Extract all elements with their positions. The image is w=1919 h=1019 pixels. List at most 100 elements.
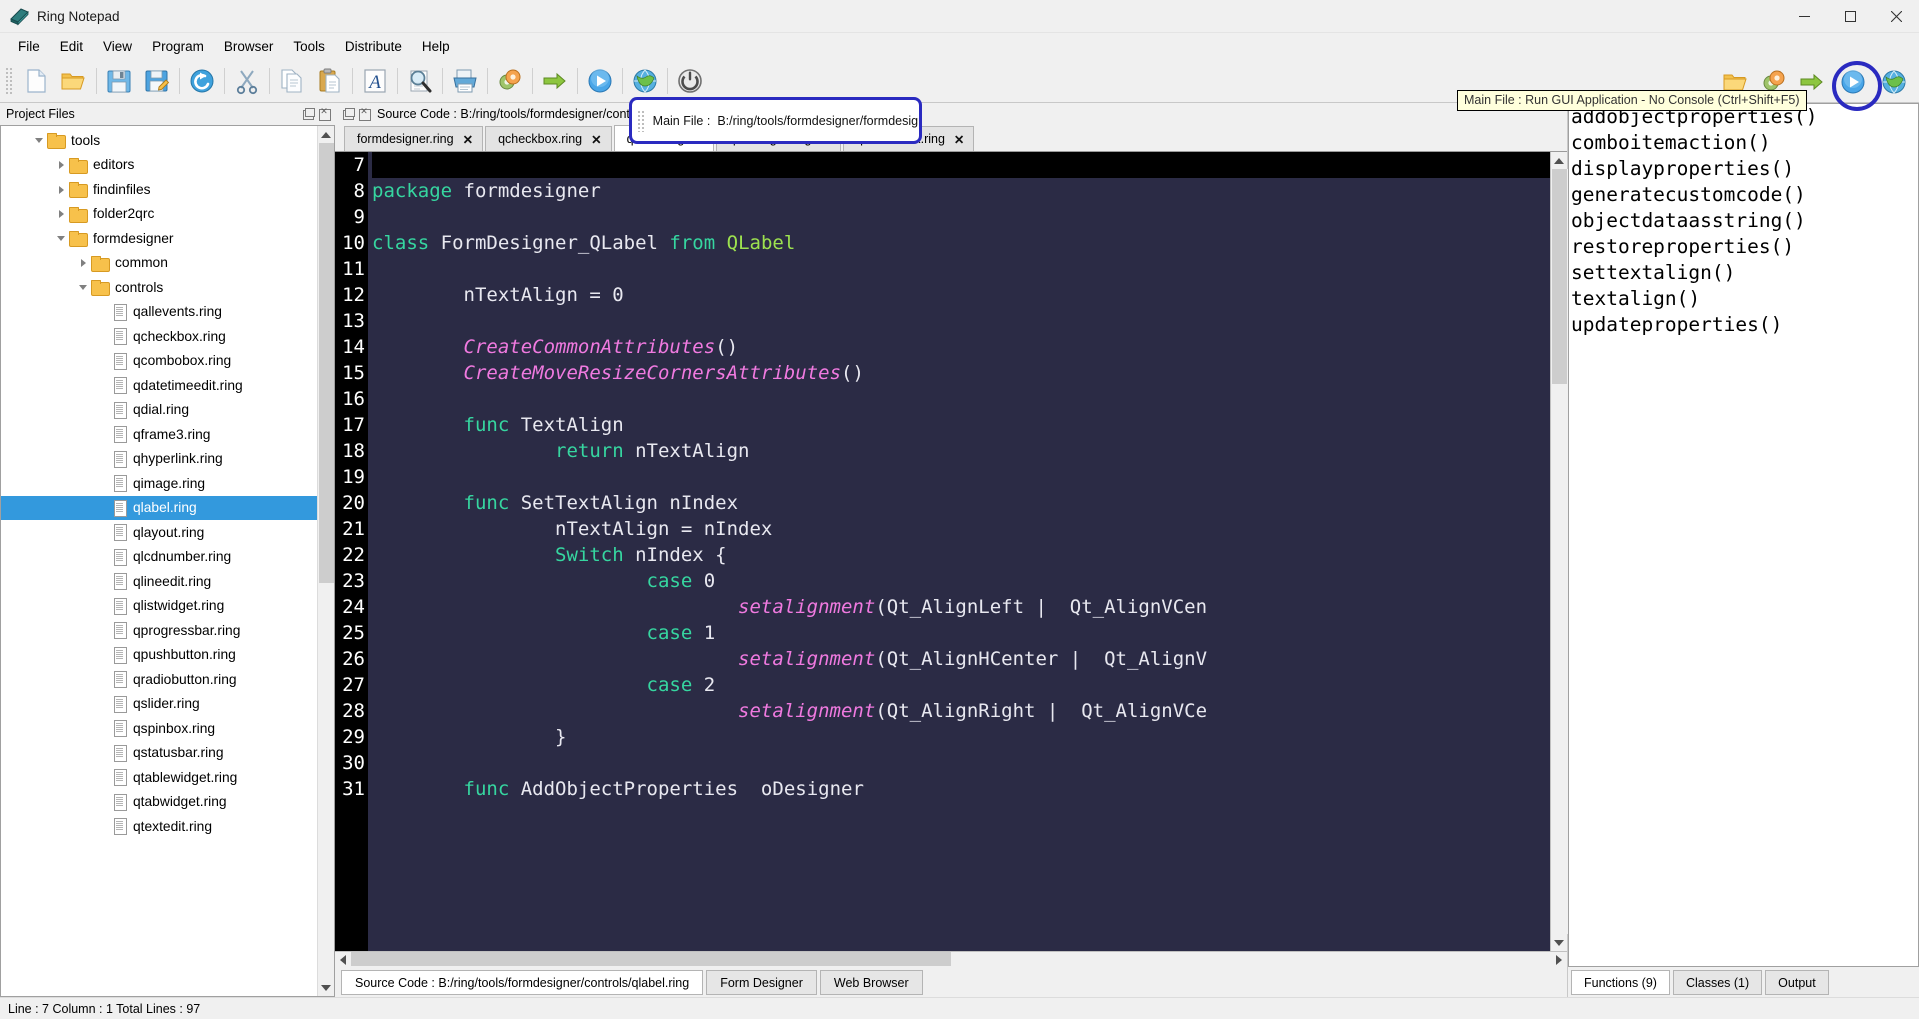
function-list-item[interactable]: settextalign() bbox=[1571, 260, 1918, 286]
close-tab-icon[interactable]: ✕ bbox=[954, 132, 964, 147]
tree-file-qprogressbar.ring[interactable]: qprogressbar.ring bbox=[1, 618, 317, 643]
tree-file-qhyperlink.ring[interactable]: qhyperlink.ring bbox=[1, 447, 317, 472]
code-line[interactable] bbox=[372, 308, 1550, 334]
web-globe-icon[interactable] bbox=[626, 62, 664, 100]
code-line[interactable] bbox=[372, 464, 1550, 490]
code-line[interactable]: nTextAlign = 0 bbox=[372, 282, 1550, 308]
font-icon[interactable]: A bbox=[356, 62, 394, 100]
scroll-left-icon[interactable] bbox=[335, 952, 351, 968]
open-folder-icon[interactable] bbox=[55, 62, 93, 100]
close-tab-icon[interactable]: ✕ bbox=[591, 132, 601, 147]
scroll-thumb[interactable] bbox=[319, 143, 334, 583]
tree-file-qtabwidget.ring[interactable]: qtabwidget.ring bbox=[1, 790, 317, 815]
copy-icon[interactable] bbox=[273, 62, 311, 100]
tree-file-qspinbox.ring[interactable]: qspinbox.ring bbox=[1, 716, 317, 741]
print-icon[interactable] bbox=[446, 62, 484, 100]
editor-tab-formdesigner[interactable]: formdesigner.ring✕ bbox=[344, 126, 483, 151]
function-list-item[interactable]: restoreproperties() bbox=[1571, 234, 1918, 260]
panel-tab-output[interactable]: Output bbox=[1765, 970, 1829, 995]
close-button[interactable] bbox=[1873, 0, 1919, 33]
panel-tab-functions[interactable]: Functions (9) bbox=[1571, 970, 1670, 995]
code-line[interactable]: setalignment(Qt_AlignRight | Qt_AlignVCe bbox=[372, 698, 1550, 724]
tree-file-qradiobutton.ring[interactable]: qradiobutton.ring bbox=[1, 667, 317, 692]
tree-file-qframe3.ring[interactable]: qframe3.ring bbox=[1, 422, 317, 447]
function-list-item[interactable]: objectdataasstring() bbox=[1571, 208, 1918, 234]
settings-gear-icon[interactable] bbox=[491, 62, 529, 100]
tree-file-qlabel.ring[interactable]: qlabel.ring bbox=[1, 496, 317, 521]
close-icon[interactable] bbox=[317, 107, 331, 121]
code-line[interactable]: case 2 bbox=[372, 672, 1550, 698]
main-file-grip[interactable] bbox=[637, 110, 644, 132]
tree-file-qlcdnumber.ring[interactable]: qlcdnumber.ring bbox=[1, 545, 317, 570]
tree-file-qcombobox.ring[interactable]: qcombobox.ring bbox=[1, 349, 317, 374]
code-line[interactable] bbox=[372, 750, 1550, 776]
tree-folder-tools[interactable]: tools bbox=[1, 128, 317, 153]
tree-folder-controls[interactable]: controls bbox=[1, 275, 317, 300]
close-tab-icon[interactable]: ✕ bbox=[463, 132, 473, 147]
code-line[interactable] bbox=[372, 386, 1550, 412]
paste-icon[interactable] bbox=[311, 62, 349, 100]
tree-file-qstatusbar.ring[interactable]: qstatusbar.ring bbox=[1, 741, 317, 766]
code-line[interactable] bbox=[372, 152, 1550, 178]
function-list-item[interactable]: displayproperties() bbox=[1571, 156, 1918, 182]
tree-folder-formdesigner[interactable]: formdesigner bbox=[1, 226, 317, 251]
tree-file-qlineedit.ring[interactable]: qlineedit.ring bbox=[1, 569, 317, 594]
code-line[interactable]: class FormDesigner_QLabel from QLabel bbox=[372, 230, 1550, 256]
tree-file-qtablewidget.ring[interactable]: qtablewidget.ring bbox=[1, 765, 317, 790]
main-file-run-gui-button[interactable] bbox=[1831, 62, 1875, 102]
code-line[interactable]: func SetTextAlign nIndex bbox=[372, 490, 1550, 516]
code-line[interactable]: } bbox=[372, 724, 1550, 750]
tree-file-qdatetimeedit.ring[interactable]: qdatetimeedit.ring bbox=[1, 373, 317, 398]
scroll-track[interactable] bbox=[318, 143, 335, 979]
code-editor[interactable]: 7891011121314151617181920212223242526272… bbox=[335, 152, 1550, 951]
code-line[interactable]: func TextAlign bbox=[372, 412, 1550, 438]
code-text[interactable]: package formdesigner class FormDesigner_… bbox=[368, 152, 1550, 951]
menu-item-help[interactable]: Help bbox=[412, 36, 460, 57]
cut-scissors-icon[interactable] bbox=[228, 62, 266, 100]
menu-item-edit[interactable]: Edit bbox=[50, 36, 93, 57]
menu-item-file[interactable]: File bbox=[8, 36, 50, 57]
function-list-item[interactable]: textalign() bbox=[1571, 286, 1918, 312]
tree-folder-common[interactable]: common bbox=[1, 251, 317, 276]
save-icon[interactable] bbox=[100, 62, 138, 100]
function-list-item[interactable]: comboitemaction() bbox=[1571, 130, 1918, 156]
tree-file-qpushbutton.ring[interactable]: qpushbutton.ring bbox=[1, 643, 317, 668]
code-line[interactable] bbox=[372, 204, 1550, 230]
menu-item-distribute[interactable]: Distribute bbox=[335, 36, 412, 57]
editor-horizontal-scrollbar[interactable] bbox=[335, 951, 1567, 967]
tree-folder-editors[interactable]: editors bbox=[1, 153, 317, 178]
scroll-right-icon[interactable] bbox=[1551, 952, 1567, 968]
chevron-down-icon[interactable] bbox=[77, 280, 91, 294]
chevron-down-icon[interactable] bbox=[55, 231, 69, 245]
code-line[interactable]: CreateMoveResizeCornersAttributes() bbox=[372, 360, 1550, 386]
scroll-track[interactable] bbox=[1551, 169, 1568, 934]
panel-tab-classes[interactable]: Classes (1) bbox=[1673, 970, 1762, 995]
search-icon[interactable] bbox=[401, 62, 439, 100]
restore-icon[interactable] bbox=[301, 107, 315, 121]
run-icon[interactable] bbox=[581, 62, 619, 100]
goto-arrow-icon[interactable] bbox=[536, 62, 574, 100]
function-list-item[interactable]: generatecustomcode() bbox=[1571, 182, 1918, 208]
scroll-track[interactable] bbox=[351, 952, 1551, 968]
chevron-right-icon[interactable] bbox=[77, 256, 91, 270]
code-line[interactable]: setalignment(Qt_AlignLeft | Qt_AlignVCen bbox=[372, 594, 1550, 620]
tree-file-qtextedit.ring[interactable]: qtextedit.ring bbox=[1, 814, 317, 839]
maximize-button[interactable] bbox=[1827, 0, 1873, 33]
code-line[interactable]: nTextAlign = nIndex bbox=[372, 516, 1550, 542]
tree-folder-findinfiles[interactable]: findinfiles bbox=[1, 177, 317, 202]
view-tab-form-designer[interactable]: Form Designer bbox=[706, 970, 817, 995]
menu-item-program[interactable]: Program bbox=[142, 36, 214, 57]
code-line[interactable] bbox=[372, 256, 1550, 282]
chevron-down-icon[interactable] bbox=[33, 133, 47, 147]
power-icon[interactable] bbox=[671, 62, 709, 100]
code-line[interactable]: func AddObjectProperties oDesigner bbox=[372, 776, 1550, 802]
tree-file-qimage.ring[interactable]: qimage.ring bbox=[1, 471, 317, 496]
code-line[interactable]: CreateCommonAttributes() bbox=[372, 334, 1550, 360]
functions-list[interactable]: addobjectproperties()comboitemaction()di… bbox=[1568, 103, 1919, 967]
tree-file-qlayout.ring[interactable]: qlayout.ring bbox=[1, 520, 317, 545]
menu-item-browser[interactable]: Browser bbox=[214, 36, 284, 57]
scroll-down-icon[interactable] bbox=[1551, 934, 1568, 951]
menu-item-tools[interactable]: Tools bbox=[283, 36, 335, 57]
close-icon[interactable] bbox=[357, 107, 371, 121]
undo-icon[interactable] bbox=[183, 62, 221, 100]
